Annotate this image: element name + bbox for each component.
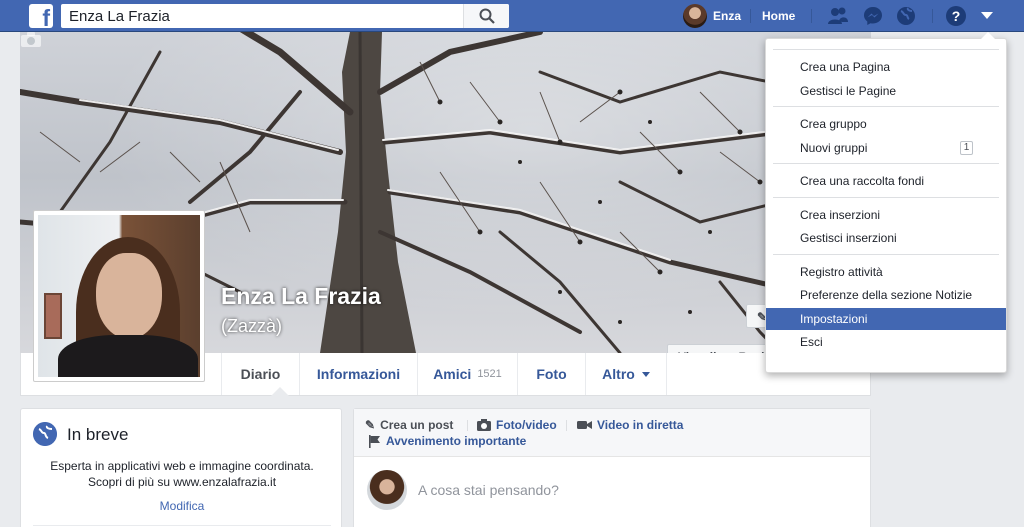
menu-pointer — [981, 32, 995, 39]
profile-photo — [38, 215, 200, 377]
create-post-label: Crea un post — [380, 418, 454, 432]
divider — [33, 525, 331, 526]
divider — [566, 420, 567, 431]
divider — [773, 49, 999, 50]
tab-altro[interactable]: Altro — [585, 353, 667, 395]
divider — [932, 9, 933, 23]
chevron-down-icon — [641, 371, 650, 377]
live-video-label: Video in diretta — [597, 418, 684, 432]
menu-item-label: Crea una raccolta fondi — [800, 174, 925, 188]
face — [96, 253, 162, 339]
menu-item-crea-una-raccolta-fondi[interactable]: Crea una raccolta fondi — [766, 170, 1006, 192]
menu-item-impostazioni[interactable]: Impostazioni — [766, 307, 1006, 330]
composer-header: ✎ Crea un post Foto/video Video in dirett… — [354, 409, 870, 457]
profile-shortcut[interactable]: Enza — [683, 4, 741, 28]
menu-item-crea-una-pagina[interactable]: Crea una Pagina — [766, 56, 1006, 78]
life-event-label: Avvenimento importante — [386, 434, 527, 448]
intro-description: Esperta in applicativi web e immagine co… — [50, 459, 314, 489]
tab-label: Altro — [602, 366, 635, 382]
notifications-globe-icon[interactable] — [895, 5, 917, 27]
live-video-button[interactable]: Video in diretta — [577, 418, 683, 432]
divider — [811, 9, 812, 23]
menu-item-crea-inserzioni[interactable]: Crea inserzioni — [766, 204, 1006, 226]
post-composer: ✎ Crea un post Foto/video Video in dirett… — [353, 408, 871, 527]
profile-shortcut-name: Enza — [713, 9, 742, 23]
profile-name[interactable]: Enza La Frazia — [221, 283, 381, 310]
pencil-icon: ✎ — [365, 418, 376, 432]
menu-item-gestisci-le-pagine[interactable]: Gestisci le Pagine — [766, 80, 1006, 102]
tab-label: Informazioni — [316, 366, 401, 382]
friends-count: 1521 — [477, 368, 502, 380]
divider — [773, 163, 999, 164]
top-navigation-bar: f Enza Home ? — [0, 0, 1024, 32]
menu-item-label: Gestisci le Pagine — [800, 83, 897, 98]
menu-item-label: Crea inserzioni — [800, 207, 881, 222]
photo-video-button[interactable]: Foto/video — [477, 418, 557, 432]
avatar — [683, 4, 707, 28]
menu-item-label: Crea gruppo — [800, 117, 867, 131]
active-tab-pointer — [271, 387, 289, 396]
intro-title: In breve — [67, 425, 129, 444]
friend-requests-icon[interactable] — [827, 5, 849, 27]
menu-item-label: Preferenze della sezione Notizie — [800, 288, 973, 302]
tab-label: Amici — [433, 366, 472, 382]
intro-edit-link[interactable]: Modifica — [21, 499, 343, 513]
divider — [773, 106, 999, 107]
home-link[interactable]: Home — [762, 9, 795, 23]
menu-item-nuovi-gruppi[interactable]: Nuovi gruppi 1 — [766, 137, 1006, 159]
flag-icon — [369, 434, 380, 448]
tab-label: Foto — [536, 366, 567, 382]
messenger-icon[interactable] — [862, 5, 884, 27]
count-badge: 1 — [960, 140, 973, 155]
avatar — [367, 470, 407, 510]
search-button[interactable] — [463, 4, 509, 28]
camera-icon[interactable] — [20, 32, 42, 48]
menu-item-preferenze-della-sezione-notizie[interactable]: Preferenze della sezione Notizie — [766, 284, 1006, 306]
camera-icon — [477, 419, 491, 431]
menu-item-label: Gestisci inserzioni — [800, 231, 897, 245]
body — [58, 335, 198, 377]
help-icon[interactable]: ? — [945, 5, 967, 27]
menu-item-gestisci-inserzioni[interactable]: Gestisci inserzioni — [766, 227, 1006, 249]
divider — [467, 420, 468, 431]
intro-card: In breve Esperta in applicativi web e im… — [20, 408, 342, 527]
tab-informazioni[interactable]: Informazioni — [299, 353, 417, 395]
search-icon — [479, 8, 495, 24]
menu-item-label: Esci — [800, 335, 823, 349]
divider — [750, 9, 751, 23]
menu-item-registro-attivit[interactable]: Registro attività — [766, 261, 1006, 283]
globe-icon — [33, 422, 57, 446]
divider — [773, 253, 999, 255]
menu-item-label: Nuovi gruppi — [800, 140, 868, 155]
search-input[interactable] — [61, 4, 461, 28]
wall-art — [44, 293, 62, 339]
menu-item-label: Impostazioni — [800, 311, 868, 326]
photo-video-label: Foto/video — [496, 418, 557, 432]
facebook-logo-icon[interactable]: f — [29, 4, 53, 30]
menu-item-label: Registro attività — [800, 264, 883, 279]
tab-label: Diario — [240, 366, 281, 382]
video-camera-icon — [577, 421, 592, 429]
profile-picture[interactable] — [33, 210, 205, 382]
menu-item-label: Crea una Pagina — [800, 60, 891, 74]
account-dropdown-menu: Crea una Pagina Gestisci le Pagine Crea gr… — [765, 32, 1007, 373]
tab-amici[interactable]: Amici 1521 — [417, 353, 517, 395]
tab-foto[interactable]: Foto — [517, 353, 585, 395]
search-box — [61, 4, 509, 28]
divider — [773, 196, 999, 198]
create-post-tab[interactable]: ✎ Crea un post — [365, 418, 453, 432]
status-input[interactable]: A cosa stai pensando? — [418, 482, 559, 498]
profile-alternate-name: (Zazzà) — [221, 316, 283, 336]
menu-item-crea-gruppo[interactable]: Crea gruppo — [766, 113, 1006, 135]
life-event-button[interactable]: Avvenimento importante — [369, 434, 526, 448]
account-menu-caret-icon[interactable] — [981, 12, 993, 19]
menu-item-esci[interactable]: Esci — [766, 331, 1006, 353]
svg-text:?: ? — [952, 8, 961, 24]
